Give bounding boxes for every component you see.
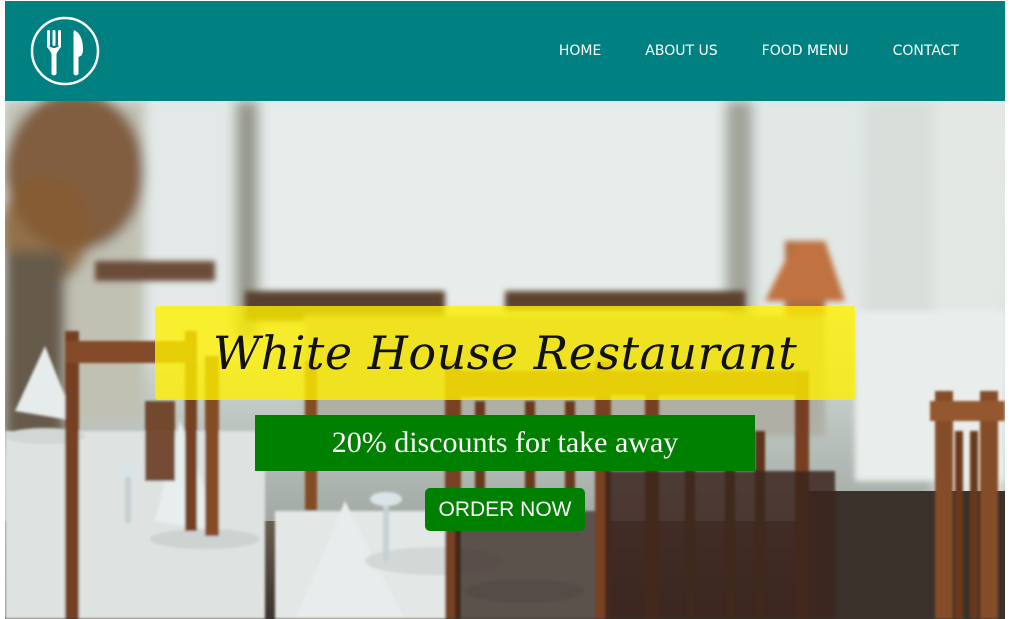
nav-food-menu-link[interactable]: FOOD MENU [762,39,849,63]
title-banner: White House Restaurant [155,306,855,400]
hero-section: White House Restaurant 20% discounts for… [5,101,1005,619]
nav-home-link[interactable]: HOME [559,39,601,63]
restaurant-logo[interactable] [30,16,100,86]
nav-about-us-link[interactable]: ABOUT US [645,39,717,63]
restaurant-title: White House Restaurant [212,326,798,380]
nav-contact-link[interactable]: CONTACT [893,39,959,63]
discount-banner: 20% discounts for take away [255,415,755,471]
fork-knife-icon [30,16,100,86]
navbar: HOME ABOUT US FOOD MENU CONTACT [5,1,1005,101]
order-now-button[interactable]: ORDER NOW [425,488,585,531]
page: HOME ABOUT US FOOD MENU CONTACT White Ho… [5,1,1005,619]
discount-text: 20% discounts for take away [331,426,679,459]
main-nav: HOME ABOUT US FOOD MENU CONTACT [515,39,959,63]
